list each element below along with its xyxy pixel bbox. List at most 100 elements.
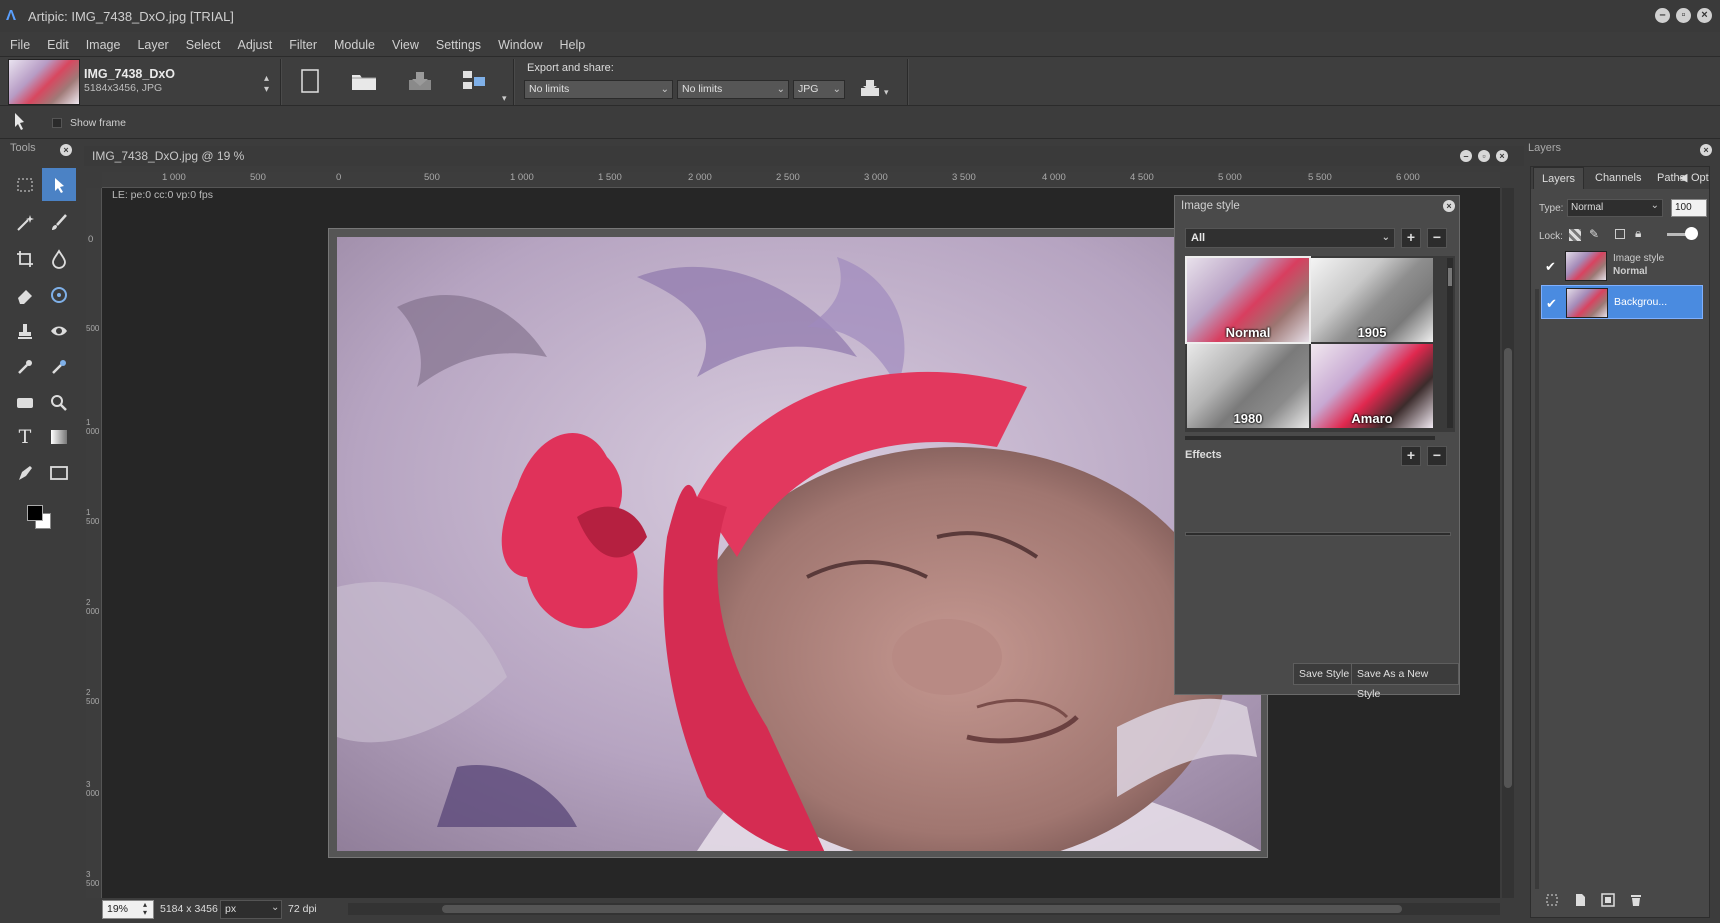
options-bar: Show frame: [0, 107, 1720, 139]
menu-file[interactable]: File: [10, 38, 30, 52]
zoom-stepper-icon[interactable]: ▴ ▾: [143, 901, 147, 917]
layer-row-background[interactable]: ✔ Backgrou...: [1541, 285, 1703, 319]
menu-module[interactable]: Module: [334, 38, 375, 52]
layer-visibility-checkbox[interactable]: ✔: [1546, 296, 1557, 312]
horizontal-scrollbar[interactable]: [348, 903, 1500, 915]
magic-wand-tool-icon[interactable]: [8, 206, 42, 239]
lock-all-icon[interactable]: 🔒︎: [1635, 226, 1641, 241]
document-restore-button[interactable]: ▫: [1478, 150, 1490, 162]
tools-panel-title: Tools: [10, 142, 36, 154]
add-effect-button[interactable]: +: [1401, 446, 1421, 466]
menu-layer[interactable]: Layer: [137, 38, 168, 52]
clone-stamp-tool-icon[interactable]: [8, 314, 42, 347]
lock-slider-thumb[interactable]: [1685, 227, 1698, 240]
healing-tool-icon[interactable]: [42, 278, 76, 311]
export-size-select-2[interactable]: No limits ⌄: [677, 80, 789, 99]
unit-select[interactable]: px ⌄: [220, 900, 282, 919]
menu-settings[interactable]: Settings: [436, 38, 481, 52]
save-style-button[interactable]: Save Style: [1293, 663, 1356, 685]
menu-edit[interactable]: Edit: [47, 38, 69, 52]
ruler-tick: 1 500: [86, 508, 100, 526]
tab-layers[interactable]: Layers: [1533, 167, 1585, 189]
menu-select[interactable]: Select: [186, 38, 221, 52]
eyedropper-tool-icon[interactable]: [8, 350, 42, 383]
baby-photo[interactable]: [337, 237, 1261, 851]
horizontal-scroll-thumb[interactable]: [442, 905, 1402, 913]
shape-tool-icon[interactable]: [42, 456, 76, 489]
crop-tool-icon[interactable]: [8, 242, 42, 275]
open-folder-icon[interactable]: [350, 67, 378, 95]
blend-mode-select[interactable]: Normal ⌄: [1567, 199, 1663, 217]
lock-pixels-icon[interactable]: ✎: [1589, 227, 1599, 241]
batch-dropdown-icon[interactable]: ▾: [502, 93, 507, 104]
zoom-tool-icon[interactable]: [42, 386, 76, 419]
color-replace-tool-icon[interactable]: [42, 350, 76, 383]
close-button[interactable]: ×: [1697, 8, 1712, 23]
minimize-button[interactable]: –: [1655, 8, 1670, 23]
close-layers-panel-button[interactable]: ×: [1700, 144, 1712, 156]
thumbnails-scroll-thumb[interactable]: [1448, 268, 1452, 286]
menu-window[interactable]: Window: [498, 38, 542, 52]
style-thumb-amaro[interactable]: Amaro: [1311, 344, 1433, 428]
opacity-input[interactable]: 100: [1671, 199, 1707, 217]
delete-layer-icon[interactable]: [1629, 893, 1643, 910]
export-format-select[interactable]: JPG ⌄: [793, 80, 845, 99]
vertical-scrollbar[interactable]: [1502, 188, 1514, 898]
text-tool-icon[interactable]: T: [8, 420, 42, 453]
style-thumb-1905[interactable]: 1905: [1311, 258, 1433, 342]
eraser-tool-icon[interactable]: [8, 278, 42, 311]
thumbnails-scrollbar[interactable]: [1447, 258, 1453, 428]
lock-position-icon[interactable]: [1615, 229, 1625, 239]
close-tools-panel-button[interactable]: ×: [60, 144, 72, 156]
document-close-button[interactable]: ×: [1496, 150, 1508, 162]
duplicate-layer-icon[interactable]: [1601, 893, 1615, 910]
ruler-tick: 3 000: [864, 172, 888, 183]
share-dropdown-icon[interactable]: ▾: [884, 87, 889, 98]
color-swatches[interactable]: [26, 504, 54, 532]
remove-effect-button[interactable]: −: [1427, 446, 1447, 466]
menu-help[interactable]: Help: [560, 38, 586, 52]
vertical-scroll-thumb[interactable]: [1504, 348, 1512, 788]
layers-scrollbar[interactable]: [1535, 289, 1539, 889]
move-tool-icon[interactable]: [42, 168, 76, 201]
style-thumb-normal[interactable]: Normal: [1185, 256, 1311, 344]
share-icon[interactable]: [856, 73, 884, 101]
remove-style-button[interactable]: −: [1427, 228, 1447, 248]
add-style-button[interactable]: +: [1401, 228, 1421, 248]
batch-process-icon[interactable]: [460, 67, 488, 95]
tab-options[interactable]: Opt: [1687, 167, 1709, 189]
new-selection-layer-icon[interactable]: [1545, 893, 1559, 910]
tab-channels[interactable]: Channels: [1587, 167, 1649, 189]
red-eye-tool-icon[interactable]: [42, 314, 76, 347]
save-as-new-style-button[interactable]: Save As a New Style: [1351, 663, 1459, 700]
brush-tool-icon[interactable]: [42, 206, 76, 239]
lock-transparency-icon[interactable]: [1569, 229, 1581, 241]
layer-row-image-style[interactable]: ✔ Image style Normal: [1541, 249, 1703, 283]
save-icon[interactable]: [406, 67, 434, 95]
blur-tool-icon[interactable]: [42, 242, 76, 275]
menu-adjust[interactable]: Adjust: [237, 38, 272, 52]
menu-filter[interactable]: Filter: [289, 38, 317, 52]
style-filter-select[interactable]: All ⌄: [1185, 228, 1395, 248]
new-layer-icon[interactable]: [1573, 893, 1587, 910]
show-frame-checkbox[interactable]: [52, 118, 62, 128]
menu-view[interactable]: View: [392, 38, 419, 52]
export-size-select-1[interactable]: No limits ⌄: [524, 80, 673, 99]
gradient-tool-icon[interactable]: [42, 420, 76, 453]
new-document-icon[interactable]: [296, 67, 324, 95]
fill-tool-icon[interactable]: [8, 386, 42, 419]
effects-divider: [1185, 532, 1451, 536]
foreground-color-swatch[interactable]: [27, 505, 43, 521]
style-thumb-1980[interactable]: 1980: [1187, 344, 1309, 428]
menu-image[interactable]: Image: [86, 38, 121, 52]
document-thumbnail[interactable]: [8, 59, 80, 105]
zoom-input[interactable]: 19% ▴ ▾: [102, 900, 154, 919]
document-minimize-button[interactable]: –: [1460, 150, 1472, 162]
layer-visibility-checkbox[interactable]: ✔: [1545, 259, 1556, 275]
close-image-style-button[interactable]: ×: [1443, 200, 1455, 212]
maximize-button[interactable]: ▫: [1676, 8, 1691, 23]
thumbnails-hscrollbar[interactable]: [1185, 436, 1435, 440]
rect-select-tool-icon[interactable]: [8, 168, 42, 201]
document-switch-icon[interactable]: ▴ ▾: [264, 73, 269, 95]
pen-tool-icon[interactable]: [8, 456, 42, 489]
